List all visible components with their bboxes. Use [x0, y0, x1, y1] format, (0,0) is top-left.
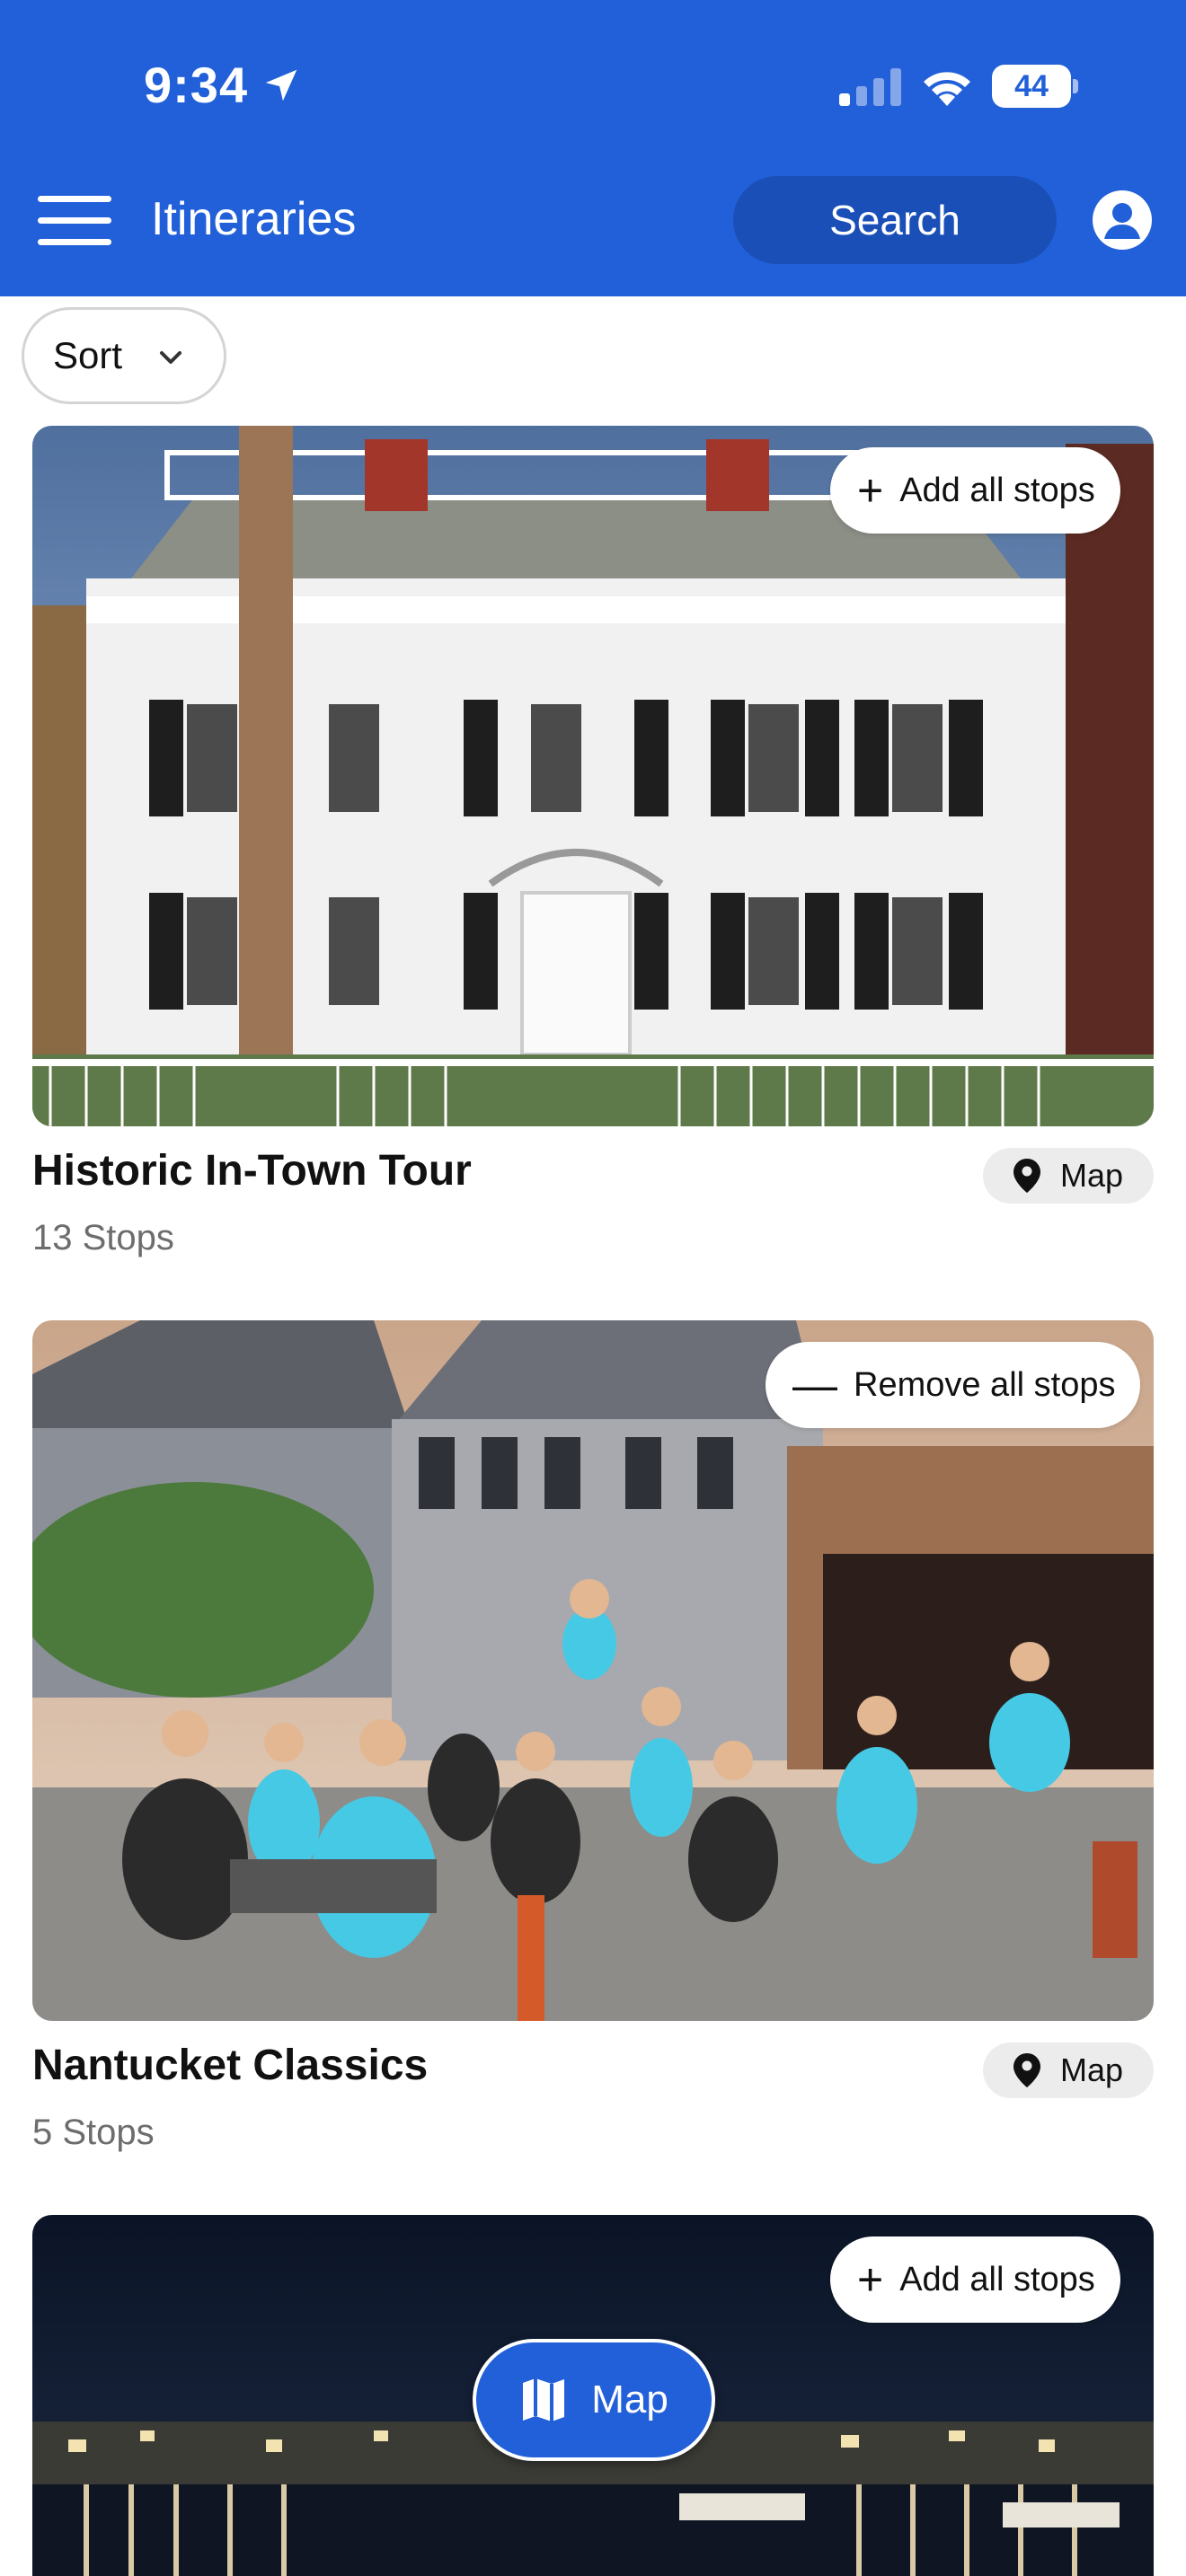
plus-icon: +	[857, 2254, 884, 2305]
map-button[interactable]: Map	[983, 1148, 1154, 1204]
itinerary-title[interactable]: Historic In-Town Tour	[32, 1146, 472, 1195]
add-all-stops-label: Add all stops	[899, 2260, 1095, 2298]
floating-map-label: Map	[591, 2378, 668, 2422]
add-all-stops-label: Add all stops	[899, 471, 1095, 509]
user-profile-icon[interactable]	[1093, 190, 1152, 250]
itinerary-stop-count: 13 Stops	[32, 1218, 174, 1257]
status-time: 9:34	[144, 57, 249, 113]
wifi-icon	[924, 72, 970, 106]
map-pin-icon	[1013, 2053, 1040, 2087]
chevron-down-icon	[160, 351, 181, 364]
map-button-label: Map	[1059, 2051, 1124, 2088]
hamburger-menu-icon[interactable]	[38, 192, 111, 248]
remove-all-stops-label: Remove all stops	[854, 1365, 1116, 1404]
itinerary-title[interactable]: Nantucket Classics	[32, 2041, 428, 2090]
sort-label: Sort	[53, 334, 123, 376]
search-button[interactable]: Search	[733, 176, 1057, 264]
remove-all-stops-button[interactable]: — Remove all stops	[766, 1342, 1141, 1428]
top-app-bar: 9:34 44 Itineraries Search	[0, 0, 1186, 296]
add-all-stops-button[interactable]: + Add all stops	[830, 447, 1120, 534]
add-all-stops-button[interactable]: + Add all stops	[830, 2236, 1120, 2323]
map-button-label: Map	[1059, 1157, 1124, 1194]
battery-level: 44	[1014, 68, 1049, 103]
map-button[interactable]: Map	[983, 2042, 1154, 2098]
cellular-signal-icon	[839, 68, 901, 106]
map-pin-icon	[1013, 1159, 1040, 1193]
location-arrow-icon	[265, 69, 297, 101]
itinerary-stop-count: 5 Stops	[32, 2113, 155, 2152]
minus-icon: —	[792, 1360, 837, 1410]
page-title: Itineraries	[151, 193, 357, 245]
floating-map-button[interactable]: Map	[473, 2339, 715, 2461]
sort-button[interactable]: Sort	[22, 307, 226, 404]
plus-icon: +	[857, 465, 884, 516]
battery-indicator: 44	[992, 65, 1078, 108]
folded-map-icon	[523, 2378, 565, 2422]
